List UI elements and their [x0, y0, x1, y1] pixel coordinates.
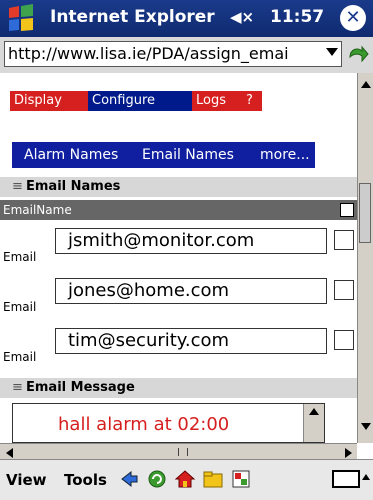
address-bar: http://www.lisa.ie/PDA/assign_emai: [0, 37, 373, 74]
link-more[interactable]: more...: [260, 142, 310, 168]
section-title: Email Names: [26, 179, 121, 194]
scroll-down-icon[interactable]: [361, 423, 371, 430]
refresh-icon[interactable]: [146, 468, 168, 490]
horizontal-scrollbar[interactable]: [0, 443, 357, 459]
grip-icon: ≡: [12, 179, 23, 194]
textarea-scrollbar[interactable]: [303, 404, 324, 442]
scroll-right-icon[interactable]: [345, 448, 352, 458]
bottom-toolbar: View Tools: [0, 459, 373, 500]
speaker-icon[interactable]: ◀×: [230, 8, 254, 26]
windows-logo-icon[interactable]: [6, 4, 36, 32]
email-row: Email jones@home.com: [0, 270, 357, 320]
tab-help[interactable]: ?: [242, 91, 262, 111]
vertical-scrollbar[interactable]: [357, 73, 373, 443]
scroll-up-icon[interactable]: [309, 408, 319, 415]
tab-display[interactable]: Display: [10, 91, 90, 111]
app-title: Internet Explorer: [50, 7, 215, 27]
url-field[interactable]: http://www.lisa.ie/PDA/assign_emai: [4, 41, 342, 67]
email-input[interactable]: tim@security.com: [55, 328, 327, 354]
section-title: Email Message: [26, 380, 135, 395]
favorites-icon[interactable]: [202, 468, 224, 490]
email-checkbox[interactable]: [334, 330, 354, 350]
email-message-textarea[interactable]: hall alarm at 02:00: [12, 403, 325, 443]
email-label: Email: [3, 250, 37, 264]
url-text[interactable]: http://www.lisa.ie/PDA/assign_emai: [8, 44, 318, 63]
email-checkbox[interactable]: [334, 280, 354, 300]
tools-menu[interactable]: Tools: [64, 471, 107, 489]
grip-icon: ≡: [12, 380, 23, 395]
keyboard-icon[interactable]: [332, 470, 360, 488]
email-row: Email tim@security.com: [0, 320, 357, 370]
scroll-left-icon[interactable]: [6, 448, 13, 458]
view-menu[interactable]: View: [6, 471, 47, 489]
column-header: EmailName: [0, 200, 357, 220]
input-panel-arrow-icon[interactable]: [362, 474, 370, 480]
email-message-text[interactable]: hall alarm at 02:00: [58, 414, 229, 435]
close-icon[interactable]: ✕: [340, 5, 366, 31]
url-dropdown-icon[interactable]: [326, 48, 338, 56]
email-names-header: ≡ Email Names: [0, 177, 357, 197]
clock-time[interactable]: 11:57: [270, 7, 324, 27]
tab-configure[interactable]: Configure: [88, 91, 194, 111]
select-all-checkbox[interactable]: [340, 203, 354, 217]
link-email-names[interactable]: Email Names: [142, 142, 234, 168]
back-icon[interactable]: [118, 468, 140, 490]
email-checkbox[interactable]: [334, 230, 354, 250]
email-input[interactable]: jones@home.com: [55, 278, 327, 304]
scroll-thumb[interactable]: [178, 448, 188, 456]
scroll-up-icon[interactable]: [361, 81, 371, 88]
email-message-header: ≡ Email Message: [0, 378, 357, 398]
history-icon[interactable]: [230, 468, 252, 490]
email-input[interactable]: jsmith@monitor.com: [55, 228, 327, 254]
go-arrow-icon[interactable]: [346, 43, 370, 67]
email-label: Email: [3, 350, 37, 364]
column-header-label: EmailName: [3, 203, 72, 217]
email-row: Email jsmith@monitor.com: [0, 220, 357, 270]
link-alarm-names[interactable]: Alarm Names: [24, 142, 118, 168]
scroll-thumb[interactable]: [359, 183, 371, 243]
home-icon[interactable]: [174, 468, 196, 490]
email-label: Email: [3, 300, 37, 314]
tab-logs[interactable]: Logs: [192, 91, 246, 111]
page-content: Display Configure Logs ? Alarm Names Ema…: [0, 73, 357, 443]
title-bar: Internet Explorer ◀× 11:57 ✕: [0, 0, 373, 37]
sub-navigation: Alarm Names Email Names more...: [12, 142, 315, 168]
